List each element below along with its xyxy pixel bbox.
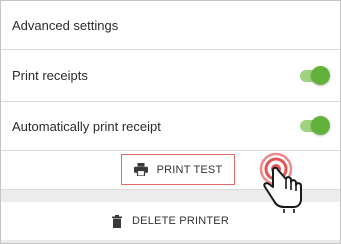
- auto-print-label: Automatically print receipt: [12, 118, 161, 134]
- tap-hand-icon: [254, 149, 314, 215]
- auto-print-row: Automatically print receipt: [1, 102, 340, 151]
- print-receipts-label: Print receipts: [12, 68, 88, 83]
- advanced-settings-row[interactable]: Advanced settings: [1, 1, 340, 50]
- advanced-settings-label: Advanced settings: [12, 17, 119, 33]
- toggle-knob: [311, 65, 330, 85]
- print-receipts-toggle[interactable]: [300, 65, 330, 85]
- printer-icon: [133, 163, 148, 176]
- bottom-divider: [1, 240, 340, 243]
- print-test-button[interactable]: PRINT TEST: [121, 154, 235, 185]
- toggle-knob: [311, 116, 330, 135]
- auto-print-toggle[interactable]: [300, 116, 330, 135]
- print-receipts-row: Print receipts: [1, 50, 340, 102]
- printer-settings-panel: Advanced settings Print receipts Automat…: [0, 0, 341, 244]
- delete-printer-label: DELETE PRINTER: [132, 215, 229, 227]
- print-test-label: PRINT TEST: [156, 163, 223, 176]
- trash-icon: [112, 214, 123, 228]
